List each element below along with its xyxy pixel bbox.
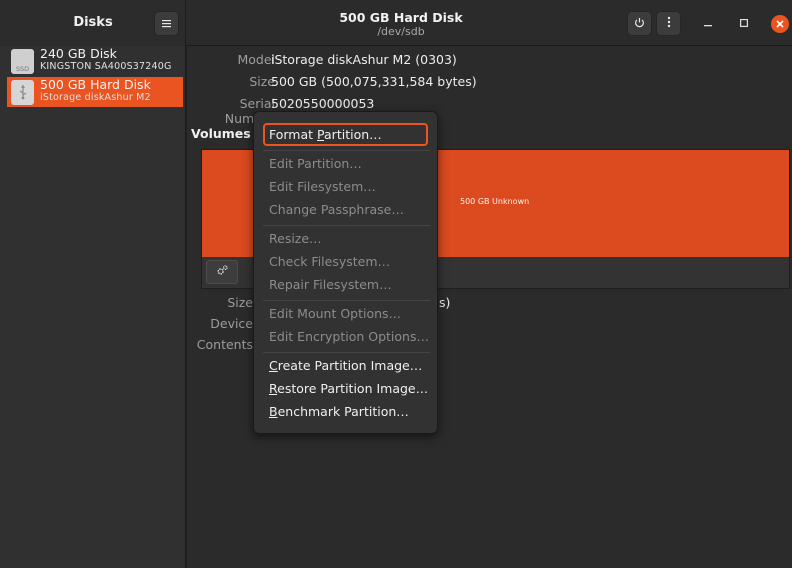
contents-label: Contents [196,337,253,352]
disk-name: 240 GB Disk [40,46,117,61]
maximize-button[interactable] [733,12,755,34]
menu-mnemonic: C [269,358,278,373]
gears-icon [216,264,229,281]
kebab-icon [667,16,671,31]
disk-list-sidebar: SSD 240 GB Disk KINGSTON SA400S37240G 50… [0,46,186,568]
menu-label-part: reate Partition Image… [277,358,423,373]
menu-separator [263,300,430,301]
menu-item-check-filesystem: Check Filesystem… [269,254,391,269]
disk-menu-button[interactable] [656,11,681,36]
hamburger-icon [162,17,171,31]
sidebar-header: Disks [0,0,186,46]
size-value: 500 GB (500,075,331,584 bytes) [271,74,477,89]
disk-item-500gb[interactable]: 500 GB Hard Disk iStorage diskAshur M2 [7,77,183,107]
menu-mnemonic: P [317,127,325,142]
menu-item-repair-filesystem: Repair Filesystem… [269,277,392,292]
serial-number-value: 5020550000053 [271,96,375,111]
header-bar: Disks 500 GB Hard Disk /dev/sdb [0,0,792,46]
menu-item-resize: Resize… [269,231,322,246]
disk-name: 500 GB Hard Disk [40,77,151,92]
menu-mnemonic: B [269,404,278,419]
menu-item-edit-mount-options: Edit Mount Options… [269,306,402,321]
window-subtitle: /dev/sdb [377,25,425,38]
minimize-button[interactable] [697,12,719,34]
device-label: Device [210,316,253,331]
menu-label-part: enchmark Partition… [277,404,409,419]
volumes-heading: Volumes [191,126,251,141]
power-icon [634,17,645,31]
menu-item-restore-partition-image[interactable]: Restore Partition Image… [269,381,428,396]
disk-model: iStorage diskAshur M2 [40,92,151,103]
menu-item-edit-filesystem: Edit Filesystem… [269,179,376,194]
menu-item-benchmark-partition[interactable]: Benchmark Partition… [269,404,409,419]
partition-size-label: Size [227,295,253,310]
menu-label-part: Format [269,127,318,142]
partition-options-button[interactable] [206,260,238,284]
partition-size-value: s) [439,295,451,310]
volume-label: 500 GB Unknown [460,197,530,206]
close-button[interactable] [771,15,789,33]
usb-icon [11,80,34,105]
disk-model: KINGSTON SA400S37240G [40,61,172,72]
menu-mnemonic: R [269,381,278,396]
menu-item-create-partition-image[interactable]: Create Partition Image… [269,358,422,373]
menu-label-part: artition… [324,127,382,142]
power-off-button[interactable] [627,11,652,36]
menu-item-change-passphrase: Change Passphrase… [269,202,404,217]
model-label: Model [237,52,275,67]
maximize-icon [740,16,749,30]
menu-separator [263,225,430,226]
menu-item-edit-encryption-options: Edit Encryption Options… [269,329,429,344]
size-label: Size [249,74,275,89]
window-title-area: 500 GB Hard Disk /dev/sdb [186,0,616,46]
menu-label-part: estore Partition Image… [277,381,429,396]
disk-item-240gb[interactable]: SSD 240 GB Disk KINGSTON SA400S37240G [7,46,183,76]
minimize-icon [704,16,712,30]
menu-item-edit-partition: Edit Partition… [269,156,362,171]
close-icon [776,18,784,31]
ssd-icon: SSD [11,49,34,74]
model-value: iStorage diskAshur M2 (0303) [271,52,457,67]
partition-popover-menu: Format Partition… Edit Partition… Edit F… [253,111,438,434]
window-title: 500 GB Hard Disk [339,10,463,25]
menu-separator [263,150,430,151]
app-menu-button[interactable] [154,11,179,36]
menu-item-format-partition[interactable]: Format Partition… [263,123,428,146]
menu-separator [263,352,430,353]
